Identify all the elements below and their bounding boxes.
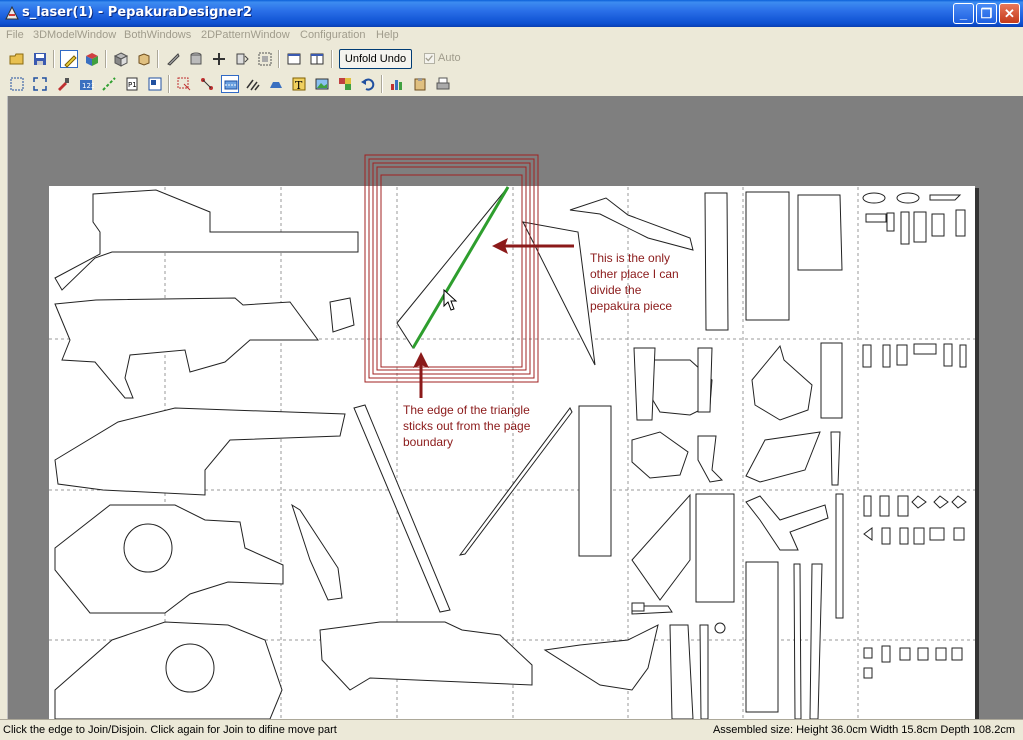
part-slide bbox=[319, 621, 533, 691]
edge-annotation: The edge of the triangle sticks out from… bbox=[403, 402, 530, 450]
edge-annotation-line-2: sticks out from the page bbox=[403, 419, 531, 433]
part-small-tab bbox=[329, 297, 355, 333]
part-box-fold bbox=[797, 194, 843, 271]
part-spine-chain bbox=[704, 192, 729, 331]
part-barrel-top bbox=[54, 189, 359, 291]
part-mid-rect bbox=[695, 493, 735, 603]
part-tall-rect bbox=[745, 191, 790, 321]
edge-annotation-line-3: boundary bbox=[403, 435, 454, 449]
assembled-size: Assembled size: Height 36.0cm Width 15.8… bbox=[712, 724, 1015, 736]
part-bottom-thin-1 bbox=[669, 624, 694, 719]
pattern-canvas[interactable] bbox=[0, 0, 1023, 719]
part-rect-bar bbox=[578, 405, 612, 557]
divide-annotation-line-3: divide the bbox=[590, 283, 642, 297]
selected-edge-highlight[interactable] bbox=[411, 186, 510, 349]
part-linkage bbox=[745, 495, 829, 551]
divide-annotation: This is the only other place I can divid… bbox=[590, 250, 679, 314]
part-lower-hole bbox=[165, 643, 215, 693]
part-claw bbox=[751, 344, 813, 421]
part-hex bbox=[631, 431, 689, 479]
part-stick bbox=[830, 431, 841, 486]
part-bottom-rect bbox=[745, 561, 779, 713]
part-bottom-strip-2 bbox=[809, 563, 823, 719]
status-bar: Click the edge to Join/Disjoin. Click ag… bbox=[0, 719, 1023, 740]
part-small-circle bbox=[714, 622, 726, 634]
part-bottom-thin-2 bbox=[699, 624, 709, 719]
divide-annotation-line-4: pepakura piece bbox=[590, 299, 673, 313]
part-body-upper bbox=[54, 297, 319, 399]
part-trigger bbox=[291, 503, 343, 601]
part-grip-hole bbox=[123, 523, 173, 573]
part-bracket bbox=[697, 435, 724, 483]
part-chain-right bbox=[697, 347, 713, 413]
status-hint: Click the edge to Join/Disjoin. Click ag… bbox=[3, 724, 337, 736]
divide-annotation-line-2: other place I can bbox=[590, 267, 679, 281]
part-bottom-strip-1 bbox=[793, 563, 802, 719]
part-top-right-piece bbox=[569, 197, 694, 251]
mouse-pointer-icon bbox=[443, 288, 458, 311]
part-chain-left bbox=[633, 347, 656, 421]
edge-annotation-line-1: The edge of the triangle bbox=[403, 403, 530, 417]
part-body-middle bbox=[54, 407, 346, 496]
part-tall-thin bbox=[835, 493, 844, 619]
part-diamond bbox=[745, 431, 821, 483]
part-wedge bbox=[631, 493, 691, 601]
divide-annotation-line-1: This is the only bbox=[590, 251, 671, 265]
part-bottom-fin bbox=[543, 624, 659, 691]
selected-triangle-part[interactable] bbox=[396, 186, 509, 349]
part-small-rect-right bbox=[820, 342, 843, 419]
